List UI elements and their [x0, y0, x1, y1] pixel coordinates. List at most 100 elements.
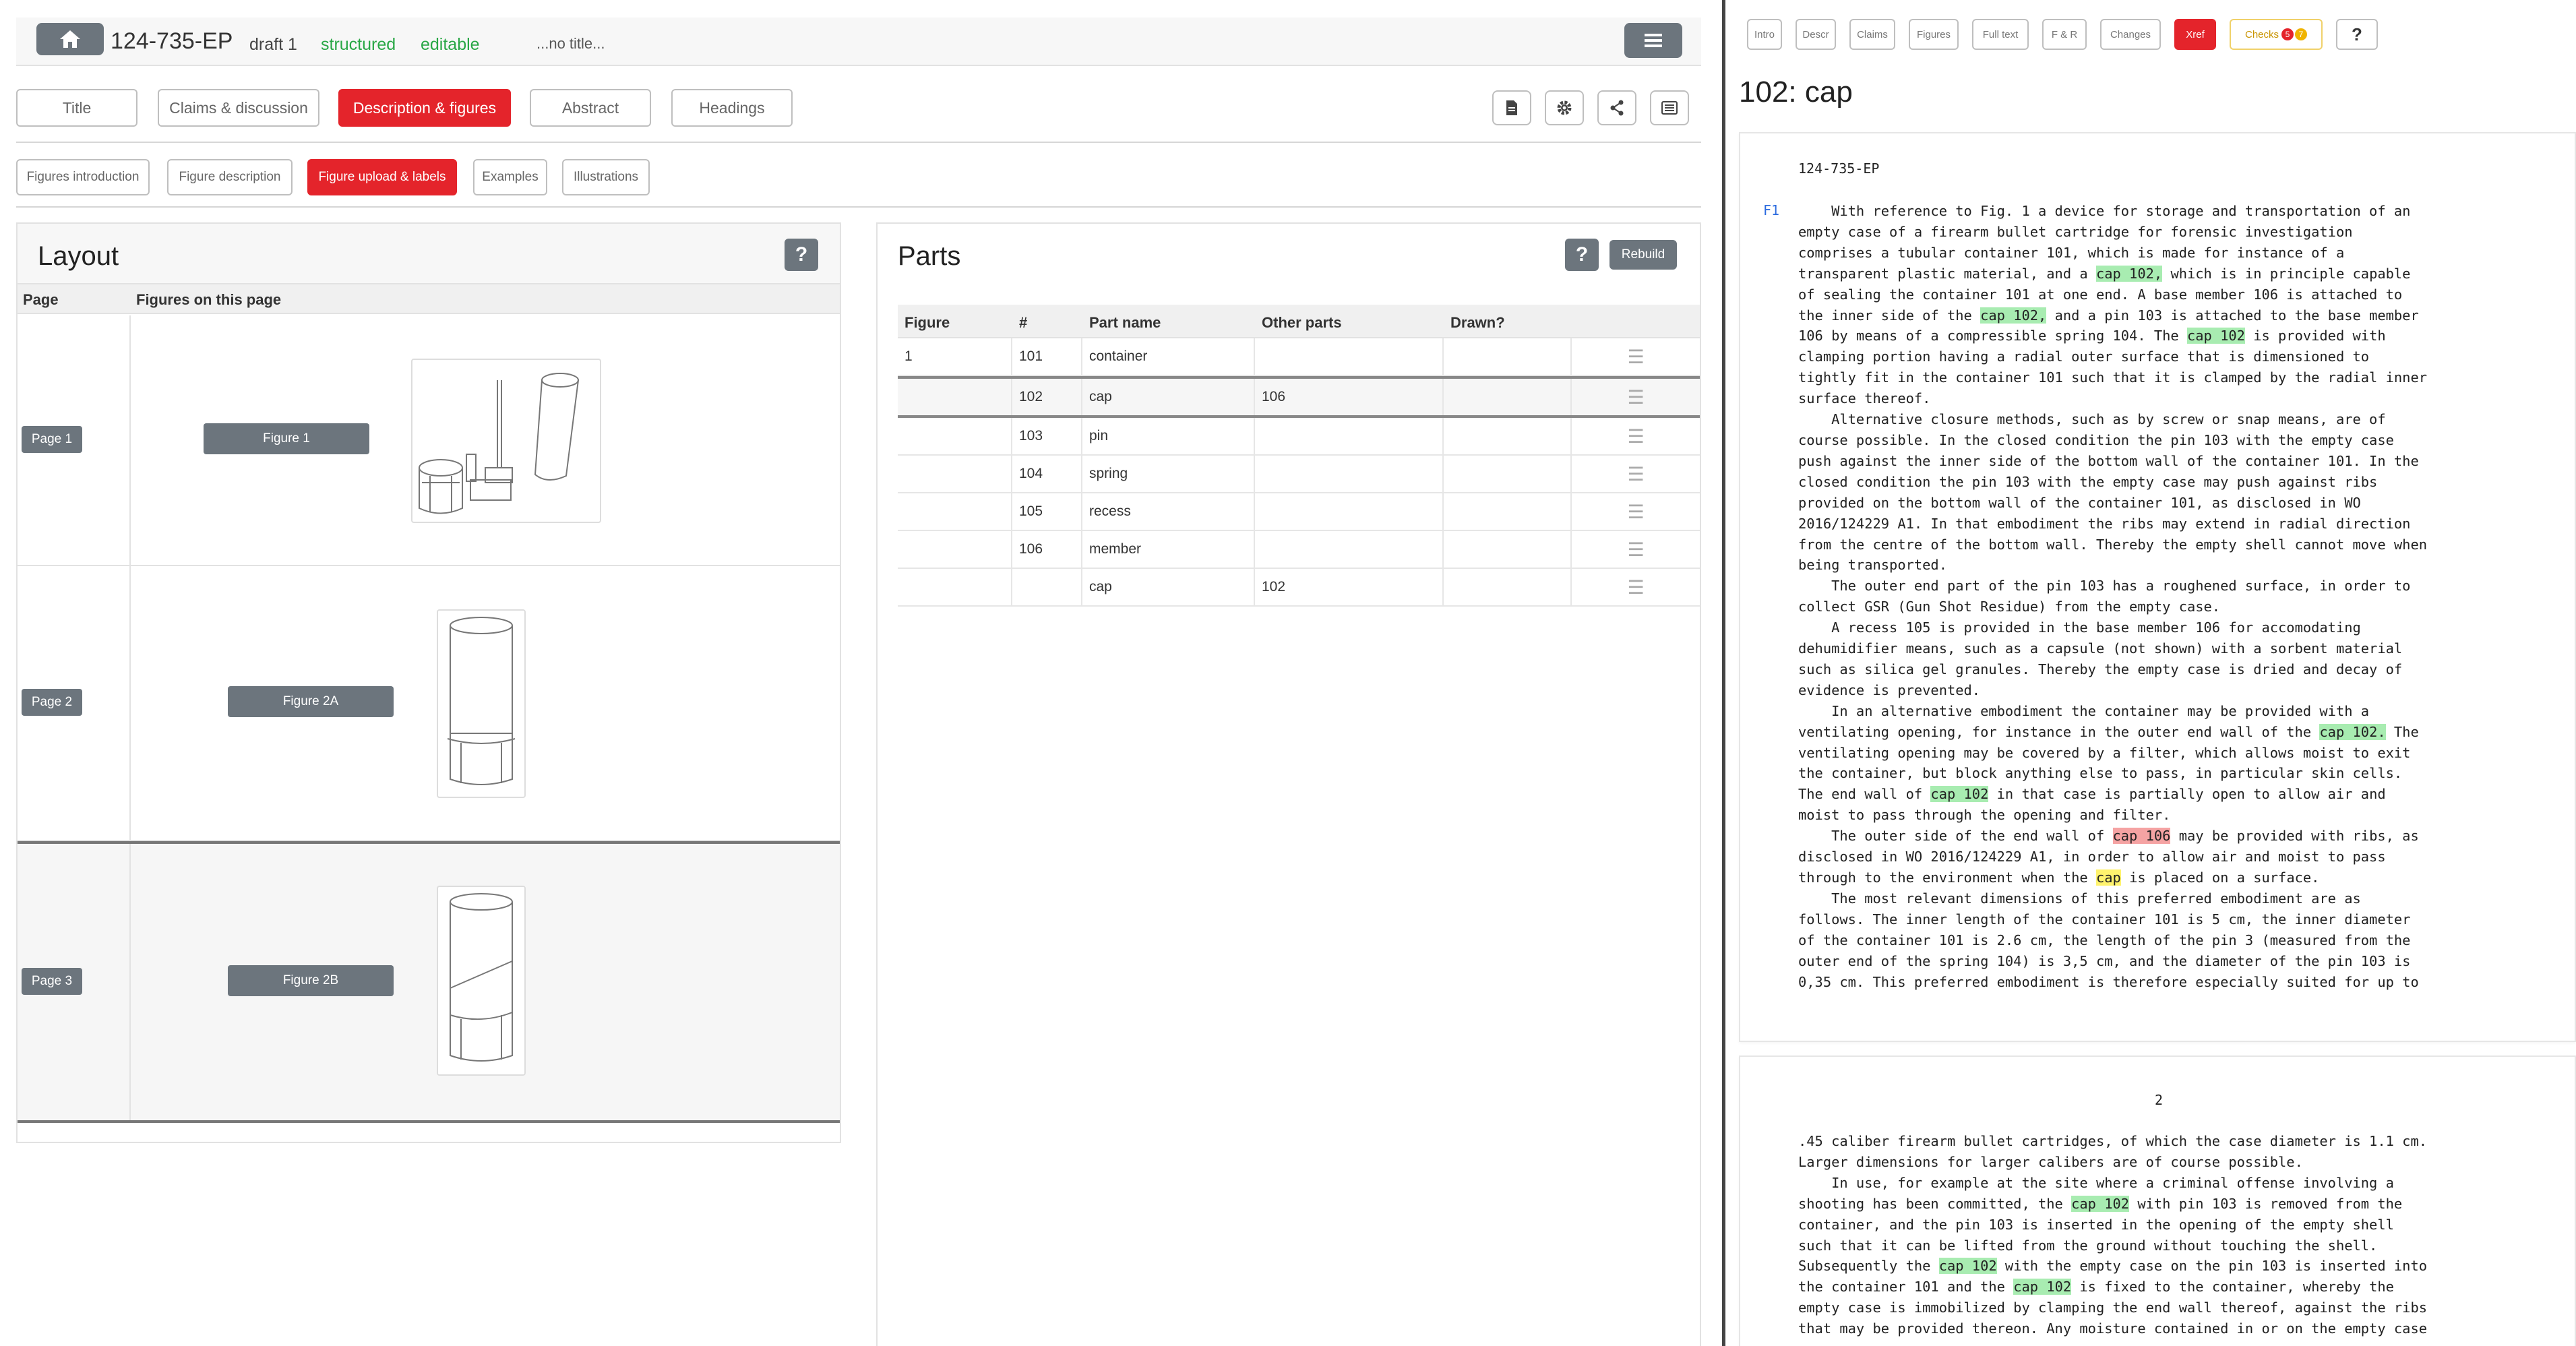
- tab-full-text[interactable]: Full text: [1972, 19, 2029, 50]
- drag-handle-icon[interactable]: ☰: [1572, 379, 1700, 415]
- parts-title: Parts: [898, 241, 961, 271]
- paragraph-label[interactable]: F1: [1763, 202, 1779, 218]
- cell-part-name[interactable]: member: [1082, 531, 1255, 568]
- page-badge[interactable]: Page 2: [22, 689, 82, 716]
- parts-row[interactable]: 105 recess ☰: [898, 493, 1700, 531]
- figure-thumbnail[interactable]: [411, 359, 601, 523]
- cell-other-parts[interactable]: 106: [1255, 379, 1444, 415]
- cell-drawn[interactable]: [1444, 493, 1572, 530]
- menu-button[interactable]: [1624, 23, 1682, 58]
- cell-figure[interactable]: [898, 493, 1012, 530]
- cell-number[interactable]: 102: [1012, 379, 1082, 415]
- cell-drawn[interactable]: [1444, 569, 1572, 605]
- cell-part-name[interactable]: cap: [1082, 379, 1255, 415]
- cell-part-name[interactable]: spring: [1082, 456, 1255, 492]
- drag-handle-icon[interactable]: ☰: [1572, 531, 1700, 568]
- cell-figure[interactable]: [898, 379, 1012, 415]
- tab-examples[interactable]: Examples: [473, 159, 547, 195]
- application-id: 124-735-EP: [111, 28, 233, 54]
- tab-figure-upload-labels[interactable]: Figure upload & labels: [307, 159, 457, 195]
- page-number: 2: [2154, 1092, 2164, 1108]
- divider: [16, 206, 1701, 208]
- tab-xref[interactable]: Xref: [2174, 19, 2216, 50]
- cell-figure[interactable]: 1: [898, 338, 1012, 375]
- parts-row[interactable]: 103 pin ☰: [898, 418, 1700, 456]
- tab-abstract[interactable]: Abstract: [530, 89, 651, 127]
- drag-handle-icon[interactable]: ☰: [1572, 493, 1700, 530]
- document-button[interactable]: [1492, 90, 1531, 125]
- parts-help-button[interactable]: ?: [1565, 239, 1599, 271]
- share-button[interactable]: [1597, 90, 1636, 125]
- rebuild-button[interactable]: Rebuild: [1609, 240, 1677, 270]
- figure-thumbnail[interactable]: [437, 886, 526, 1076]
- cell-other-parts[interactable]: [1255, 338, 1444, 375]
- col-number: #: [1019, 314, 1028, 331]
- cell-drawn[interactable]: [1444, 531, 1572, 568]
- cell-figure[interactable]: [898, 418, 1012, 454]
- cell-number[interactable]: 103: [1012, 418, 1082, 454]
- home-button[interactable]: [36, 23, 104, 55]
- cell-number[interactable]: 105: [1012, 493, 1082, 530]
- cell-figure[interactable]: [898, 456, 1012, 492]
- cell-drawn[interactable]: [1444, 338, 1572, 375]
- col-drawn: Drawn?: [1450, 314, 1505, 331]
- figure-thumbnail[interactable]: [437, 609, 526, 798]
- cell-number[interactable]: 101: [1012, 338, 1082, 375]
- layout-help-button[interactable]: ?: [785, 239, 818, 271]
- tab-title[interactable]: Title: [16, 89, 137, 127]
- draft-label[interactable]: draft 1: [249, 35, 297, 55]
- tab-illustrations[interactable]: Illustrations: [562, 159, 650, 195]
- cell-other-parts[interactable]: [1255, 531, 1444, 568]
- drag-handle-icon[interactable]: ☰: [1572, 418, 1700, 454]
- cell-other-parts[interactable]: [1255, 418, 1444, 454]
- parts-row[interactable]: 106 member ☰: [898, 531, 1700, 569]
- cell-number[interactable]: 106: [1012, 531, 1082, 568]
- cell-figure[interactable]: [898, 569, 1012, 605]
- cell-other-parts[interactable]: [1255, 493, 1444, 530]
- cell-drawn[interactable]: [1444, 418, 1572, 454]
- tab-figure-description[interactable]: Figure description: [167, 159, 293, 195]
- cell-other-parts[interactable]: 102: [1255, 569, 1444, 605]
- drag-handle-icon[interactable]: ☰: [1572, 456, 1700, 492]
- cell-drawn[interactable]: [1444, 456, 1572, 492]
- tab-checks[interactable]: Checks 5 7: [2230, 19, 2323, 50]
- title-placeholder[interactable]: ...no title...: [536, 35, 605, 53]
- description-text: With reference to Fig. 1 a device for st…: [1798, 203, 2427, 990]
- tab-description-figures[interactable]: Description & figures: [338, 89, 511, 127]
- parts-row[interactable]: cap 102 ☰: [898, 569, 1700, 607]
- cell-other-parts[interactable]: [1255, 456, 1444, 492]
- figure-badge[interactable]: Figure 2A: [228, 686, 394, 717]
- tab-headings[interactable]: Headings: [671, 89, 793, 127]
- figure-badge[interactable]: Figure 2B: [228, 965, 394, 996]
- page-badge[interactable]: Page 3: [22, 968, 82, 995]
- cell-part-name[interactable]: container: [1082, 338, 1255, 375]
- parts-row[interactable]: 104 spring ☰: [898, 456, 1700, 493]
- cell-part-name[interactable]: recess: [1082, 493, 1255, 530]
- figure-badge[interactable]: Figure 1: [204, 423, 369, 454]
- cell-number[interactable]: 104: [1012, 456, 1082, 492]
- cell-part-name[interactable]: cap: [1082, 569, 1255, 605]
- home-icon: [60, 30, 80, 48]
- tab-intro[interactable]: Intro: [1747, 19, 1782, 50]
- list-button[interactable]: [1650, 90, 1689, 125]
- tab-changes[interactable]: Changes: [2100, 19, 2161, 50]
- pane-splitter[interactable]: [1722, 0, 1725, 1346]
- checks-label: Checks: [2244, 28, 2279, 40]
- tab-claims-discussion[interactable]: Claims & discussion: [158, 89, 319, 127]
- tab-claims[interactable]: Claims: [1849, 19, 1895, 50]
- settings-button[interactable]: [1545, 90, 1584, 125]
- parts-row[interactable]: 1 101 container ☰: [898, 338, 1700, 376]
- cell-figure[interactable]: [898, 531, 1012, 568]
- tab-f-and-r[interactable]: F & R: [2042, 19, 2087, 50]
- tab-descr[interactable]: Descr: [1796, 19, 1836, 50]
- drag-handle-icon[interactable]: ☰: [1572, 569, 1700, 605]
- cell-number[interactable]: [1012, 569, 1082, 605]
- tab-figures[interactable]: Figures: [1909, 19, 1959, 50]
- page-badge[interactable]: Page 1: [22, 426, 82, 453]
- drag-handle-icon[interactable]: ☰: [1572, 338, 1700, 375]
- cell-drawn[interactable]: [1444, 379, 1572, 415]
- parts-row-selected[interactable]: 102 cap 106 ☰: [898, 376, 1700, 418]
- cell-part-name[interactable]: pin: [1082, 418, 1255, 454]
- right-help-button[interactable]: ?: [2336, 19, 2378, 50]
- tab-figures-introduction[interactable]: Figures introduction: [16, 159, 150, 195]
